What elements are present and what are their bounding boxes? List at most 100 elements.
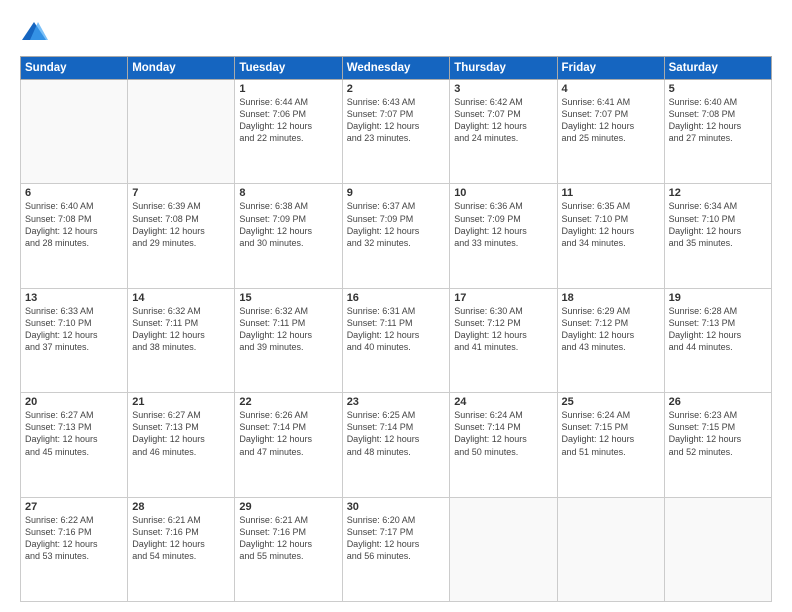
day-info: Sunrise: 6:24 AM Sunset: 7:15 PM Dayligh… xyxy=(562,409,660,458)
day-number: 4 xyxy=(562,83,660,95)
day-info: Sunrise: 6:31 AM Sunset: 7:11 PM Dayligh… xyxy=(347,305,446,354)
day-info: Sunrise: 6:44 AM Sunset: 7:06 PM Dayligh… xyxy=(239,96,337,145)
week-row-3: 13Sunrise: 6:33 AM Sunset: 7:10 PM Dayli… xyxy=(21,288,772,392)
day-cell: 20Sunrise: 6:27 AM Sunset: 7:13 PM Dayli… xyxy=(21,393,128,497)
day-cell: 25Sunrise: 6:24 AM Sunset: 7:15 PM Dayli… xyxy=(557,393,664,497)
day-info: Sunrise: 6:27 AM Sunset: 7:13 PM Dayligh… xyxy=(132,409,230,458)
day-cell: 9Sunrise: 6:37 AM Sunset: 7:09 PM Daylig… xyxy=(342,184,450,288)
day-number: 16 xyxy=(347,292,446,304)
day-number: 9 xyxy=(347,187,446,199)
weekday-header-tuesday: Tuesday xyxy=(235,57,342,80)
header xyxy=(20,18,772,46)
day-info: Sunrise: 6:33 AM Sunset: 7:10 PM Dayligh… xyxy=(25,305,123,354)
day-info: Sunrise: 6:37 AM Sunset: 7:09 PM Dayligh… xyxy=(347,200,446,249)
day-cell xyxy=(21,80,128,184)
day-info: Sunrise: 6:29 AM Sunset: 7:12 PM Dayligh… xyxy=(562,305,660,354)
day-info: Sunrise: 6:38 AM Sunset: 7:09 PM Dayligh… xyxy=(239,200,337,249)
day-cell: 2Sunrise: 6:43 AM Sunset: 7:07 PM Daylig… xyxy=(342,80,450,184)
day-number: 5 xyxy=(669,83,767,95)
day-cell: 8Sunrise: 6:38 AM Sunset: 7:09 PM Daylig… xyxy=(235,184,342,288)
day-cell: 4Sunrise: 6:41 AM Sunset: 7:07 PM Daylig… xyxy=(557,80,664,184)
day-number: 27 xyxy=(25,501,123,513)
calendar-table: SundayMondayTuesdayWednesdayThursdayFrid… xyxy=(20,56,772,602)
day-cell xyxy=(557,497,664,601)
day-cell: 23Sunrise: 6:25 AM Sunset: 7:14 PM Dayli… xyxy=(342,393,450,497)
day-info: Sunrise: 6:42 AM Sunset: 7:07 PM Dayligh… xyxy=(454,96,552,145)
day-number: 13 xyxy=(25,292,123,304)
day-number: 20 xyxy=(25,396,123,408)
day-info: Sunrise: 6:43 AM Sunset: 7:07 PM Dayligh… xyxy=(347,96,446,145)
day-number: 7 xyxy=(132,187,230,199)
weekday-header-wednesday: Wednesday xyxy=(342,57,450,80)
day-info: Sunrise: 6:27 AM Sunset: 7:13 PM Dayligh… xyxy=(25,409,123,458)
day-info: Sunrise: 6:30 AM Sunset: 7:12 PM Dayligh… xyxy=(454,305,552,354)
week-row-5: 27Sunrise: 6:22 AM Sunset: 7:16 PM Dayli… xyxy=(21,497,772,601)
day-info: Sunrise: 6:26 AM Sunset: 7:14 PM Dayligh… xyxy=(239,409,337,458)
day-cell: 7Sunrise: 6:39 AM Sunset: 7:08 PM Daylig… xyxy=(128,184,235,288)
day-cell: 10Sunrise: 6:36 AM Sunset: 7:09 PM Dayli… xyxy=(450,184,557,288)
day-info: Sunrise: 6:21 AM Sunset: 7:16 PM Dayligh… xyxy=(132,514,230,563)
week-row-4: 20Sunrise: 6:27 AM Sunset: 7:13 PM Dayli… xyxy=(21,393,772,497)
day-number: 10 xyxy=(454,187,552,199)
weekday-header-monday: Monday xyxy=(128,57,235,80)
day-cell: 19Sunrise: 6:28 AM Sunset: 7:13 PM Dayli… xyxy=(664,288,771,392)
day-info: Sunrise: 6:36 AM Sunset: 7:09 PM Dayligh… xyxy=(454,200,552,249)
day-info: Sunrise: 6:22 AM Sunset: 7:16 PM Dayligh… xyxy=(25,514,123,563)
day-number: 30 xyxy=(347,501,446,513)
day-cell: 21Sunrise: 6:27 AM Sunset: 7:13 PM Dayli… xyxy=(128,393,235,497)
day-number: 19 xyxy=(669,292,767,304)
day-number: 3 xyxy=(454,83,552,95)
day-number: 1 xyxy=(239,83,337,95)
day-number: 15 xyxy=(239,292,337,304)
day-number: 21 xyxy=(132,396,230,408)
day-cell: 11Sunrise: 6:35 AM Sunset: 7:10 PM Dayli… xyxy=(557,184,664,288)
day-info: Sunrise: 6:40 AM Sunset: 7:08 PM Dayligh… xyxy=(25,200,123,249)
day-cell: 3Sunrise: 6:42 AM Sunset: 7:07 PM Daylig… xyxy=(450,80,557,184)
day-cell: 6Sunrise: 6:40 AM Sunset: 7:08 PM Daylig… xyxy=(21,184,128,288)
day-cell: 30Sunrise: 6:20 AM Sunset: 7:17 PM Dayli… xyxy=(342,497,450,601)
day-info: Sunrise: 6:28 AM Sunset: 7:13 PM Dayligh… xyxy=(669,305,767,354)
day-cell: 26Sunrise: 6:23 AM Sunset: 7:15 PM Dayli… xyxy=(664,393,771,497)
weekday-header-sunday: Sunday xyxy=(21,57,128,80)
page: SundayMondayTuesdayWednesdayThursdayFrid… xyxy=(0,0,792,612)
day-info: Sunrise: 6:21 AM Sunset: 7:16 PM Dayligh… xyxy=(239,514,337,563)
day-number: 17 xyxy=(454,292,552,304)
day-number: 23 xyxy=(347,396,446,408)
day-number: 18 xyxy=(562,292,660,304)
weekday-header-row: SundayMondayTuesdayWednesdayThursdayFrid… xyxy=(21,57,772,80)
day-number: 14 xyxy=(132,292,230,304)
day-cell xyxy=(664,497,771,601)
day-info: Sunrise: 6:32 AM Sunset: 7:11 PM Dayligh… xyxy=(132,305,230,354)
day-number: 8 xyxy=(239,187,337,199)
day-info: Sunrise: 6:41 AM Sunset: 7:07 PM Dayligh… xyxy=(562,96,660,145)
day-number: 22 xyxy=(239,396,337,408)
day-number: 2 xyxy=(347,83,446,95)
day-info: Sunrise: 6:24 AM Sunset: 7:14 PM Dayligh… xyxy=(454,409,552,458)
day-cell xyxy=(450,497,557,601)
day-number: 12 xyxy=(669,187,767,199)
day-number: 29 xyxy=(239,501,337,513)
day-cell: 29Sunrise: 6:21 AM Sunset: 7:16 PM Dayli… xyxy=(235,497,342,601)
day-number: 6 xyxy=(25,187,123,199)
weekday-header-thursday: Thursday xyxy=(450,57,557,80)
day-cell: 12Sunrise: 6:34 AM Sunset: 7:10 PM Dayli… xyxy=(664,184,771,288)
day-cell: 17Sunrise: 6:30 AM Sunset: 7:12 PM Dayli… xyxy=(450,288,557,392)
day-cell xyxy=(128,80,235,184)
weekday-header-saturday: Saturday xyxy=(664,57,771,80)
day-cell: 16Sunrise: 6:31 AM Sunset: 7:11 PM Dayli… xyxy=(342,288,450,392)
day-cell: 27Sunrise: 6:22 AM Sunset: 7:16 PM Dayli… xyxy=(21,497,128,601)
day-cell: 24Sunrise: 6:24 AM Sunset: 7:14 PM Dayli… xyxy=(450,393,557,497)
day-cell: 28Sunrise: 6:21 AM Sunset: 7:16 PM Dayli… xyxy=(128,497,235,601)
day-cell: 15Sunrise: 6:32 AM Sunset: 7:11 PM Dayli… xyxy=(235,288,342,392)
day-info: Sunrise: 6:39 AM Sunset: 7:08 PM Dayligh… xyxy=(132,200,230,249)
logo xyxy=(20,18,52,46)
logo-icon xyxy=(20,18,48,46)
day-info: Sunrise: 6:35 AM Sunset: 7:10 PM Dayligh… xyxy=(562,200,660,249)
day-info: Sunrise: 6:34 AM Sunset: 7:10 PM Dayligh… xyxy=(669,200,767,249)
day-number: 28 xyxy=(132,501,230,513)
day-cell: 22Sunrise: 6:26 AM Sunset: 7:14 PM Dayli… xyxy=(235,393,342,497)
day-cell: 14Sunrise: 6:32 AM Sunset: 7:11 PM Dayli… xyxy=(128,288,235,392)
week-row-2: 6Sunrise: 6:40 AM Sunset: 7:08 PM Daylig… xyxy=(21,184,772,288)
day-cell: 18Sunrise: 6:29 AM Sunset: 7:12 PM Dayli… xyxy=(557,288,664,392)
day-info: Sunrise: 6:40 AM Sunset: 7:08 PM Dayligh… xyxy=(669,96,767,145)
